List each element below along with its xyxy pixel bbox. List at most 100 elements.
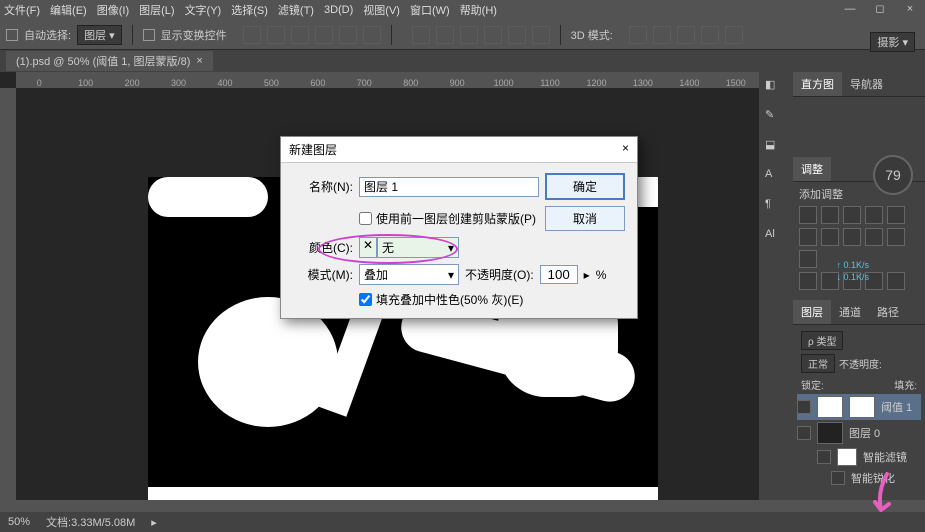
color-select[interactable]: 无▾	[377, 237, 459, 258]
dist-icon[interactable]	[436, 26, 454, 44]
adj-icon[interactable]	[887, 228, 905, 246]
menu-window[interactable]: 窗口(W)	[410, 2, 450, 18]
3d-icon[interactable]	[629, 26, 647, 44]
panel-icon-strip: ◧ ✎ ⬓ A ¶ Al	[759, 72, 793, 500]
fill-neutral-checkbox[interactable]	[359, 293, 372, 306]
menu-layer[interactable]: 图层(L)	[139, 2, 174, 18]
align-icon[interactable]	[363, 26, 381, 44]
name-input[interactable]	[359, 177, 539, 197]
align-icon[interactable]	[339, 26, 357, 44]
auto-select-checkbox[interactable]	[6, 29, 18, 41]
document-tab[interactable]: (1).psd @ 50% (阈值 1, 图层蒙版/8) ×	[6, 51, 213, 71]
document-tab-close[interactable]: ×	[196, 55, 202, 67]
auto-select-target[interactable]: 图层 ▾	[77, 25, 122, 45]
3d-icon[interactable]	[725, 26, 743, 44]
visibility-icon[interactable]	[817, 450, 831, 464]
ok-button[interactable]: 确定	[545, 173, 625, 200]
panel-icon[interactable]: ◧	[765, 78, 787, 100]
document-tab-title: (1).psd @ 50% (阈值 1, 图层蒙版/8)	[16, 53, 190, 69]
auto-select-label: 自动选择:	[24, 27, 71, 43]
adj-icon[interactable]	[799, 272, 817, 290]
layer-background[interactable]: 图层 0	[797, 420, 921, 446]
ruler-horizontal: 0100200300400500600700800900100011001200…	[16, 72, 759, 88]
cancel-button[interactable]: 取消	[545, 206, 625, 231]
workspace-switcher[interactable]: 摄影 ▾	[870, 32, 915, 52]
adj-icon[interactable]	[799, 206, 817, 224]
smart-sharpen-row[interactable]: 智能锐化	[797, 468, 921, 488]
tab-navigator[interactable]: 导航器	[842, 72, 891, 96]
3d-icon[interactable]	[701, 26, 719, 44]
dist-icon[interactable]	[460, 26, 478, 44]
visibility-icon[interactable]	[797, 400, 811, 414]
layer-threshold[interactable]: 阈值 1	[797, 394, 921, 420]
color-label: 颜色(C):	[293, 239, 353, 256]
align-icon[interactable]	[243, 26, 261, 44]
3d-icon[interactable]	[653, 26, 671, 44]
net-metrics: ↑ 0.1K/s↓ 0.1K/s	[836, 259, 869, 283]
show-transform-label: 显示变换控件	[161, 27, 227, 43]
menu-select[interactable]: 选择(S)	[231, 2, 268, 18]
align-icon[interactable]	[291, 26, 309, 44]
panel-icon[interactable]: Al	[765, 228, 787, 250]
adj-icon[interactable]	[887, 206, 905, 224]
layer-name: 阈值 1	[881, 399, 912, 415]
visibility-icon[interactable]	[797, 426, 811, 440]
menu-image[interactable]: 图像(I)	[97, 2, 129, 18]
smart-filters-row[interactable]: 智能滤镜	[797, 446, 921, 468]
close-button[interactable]: ×	[895, 0, 925, 20]
tab-paths[interactable]: 路径	[869, 300, 907, 324]
adj-icon[interactable]	[843, 206, 861, 224]
menu-edit[interactable]: 编辑(E)	[50, 2, 87, 18]
3d-icon[interactable]	[677, 26, 695, 44]
tab-channels[interactable]: 通道	[831, 300, 869, 324]
align-icon[interactable]	[315, 26, 333, 44]
adj-icon[interactable]	[799, 228, 817, 246]
dist-icon[interactable]	[532, 26, 550, 44]
tab-adjustments[interactable]: 调整	[793, 157, 831, 181]
mode-select[interactable]: 叠加▾	[359, 264, 459, 285]
distribute-icons	[412, 26, 550, 44]
adj-icon[interactable]	[865, 206, 883, 224]
menu-3d[interactable]: 3D(D)	[324, 4, 353, 16]
zoom-level[interactable]: 50%	[8, 516, 30, 528]
doc-info: 文档:3.33M/5.08M	[46, 514, 135, 530]
annotation-arrow	[867, 472, 897, 516]
adj-icon[interactable]	[887, 272, 905, 290]
opacity-input[interactable]	[540, 265, 578, 284]
menu-type[interactable]: 文字(Y)	[185, 2, 222, 18]
adj-icon[interactable]	[799, 250, 817, 268]
adj-icon[interactable]	[821, 228, 839, 246]
adj-icon[interactable]	[821, 206, 839, 224]
dialog-close-icon[interactable]: ×	[622, 141, 629, 158]
histogram-tabs: 直方图 导航器	[793, 72, 925, 97]
menu-filter[interactable]: 滤镜(T)	[278, 2, 314, 18]
panel-icon[interactable]: A	[765, 168, 787, 190]
adj-icon[interactable]	[865, 228, 883, 246]
minimize-button[interactable]: —	[835, 0, 865, 20]
dist-icon[interactable]	[484, 26, 502, 44]
tab-layers[interactable]: 图层	[793, 300, 831, 324]
layer-filter[interactable]: ρ 类型	[801, 331, 843, 350]
visibility-icon[interactable]	[831, 471, 845, 485]
align-icon[interactable]	[267, 26, 285, 44]
maximize-button[interactable]: ◻	[865, 0, 895, 20]
window-controls: — ◻ ×	[835, 0, 925, 20]
blend-mode[interactable]: 正常	[801, 354, 835, 373]
show-transform-checkbox[interactable]	[143, 29, 155, 41]
menu-help[interactable]: 帮助(H)	[460, 2, 497, 18]
dist-icon[interactable]	[508, 26, 526, 44]
3d-mode-label: 3D 模式:	[571, 27, 613, 43]
panel-icon[interactable]: ⬓	[765, 138, 787, 160]
layer-name: 图层 0	[849, 425, 880, 441]
mask-thumb	[849, 396, 875, 418]
adj-icon[interactable]	[843, 228, 861, 246]
dist-icon[interactable]	[412, 26, 430, 44]
document-tabbar: (1).psd @ 50% (阈值 1, 图层蒙版/8) ×	[0, 50, 925, 72]
right-panels: 直方图 导航器 ↑ 0.1K/s↓ 0.1K/s 调整 添加调整 图层 通道 路…	[793, 72, 925, 500]
tab-histogram[interactable]: 直方图	[793, 72, 842, 96]
clip-mask-checkbox[interactable]	[359, 212, 372, 225]
panel-icon[interactable]: ✎	[765, 108, 787, 130]
menu-view[interactable]: 视图(V)	[363, 2, 400, 18]
menu-file[interactable]: 文件(F)	[4, 2, 40, 18]
panel-icon[interactable]: ¶	[765, 198, 787, 220]
